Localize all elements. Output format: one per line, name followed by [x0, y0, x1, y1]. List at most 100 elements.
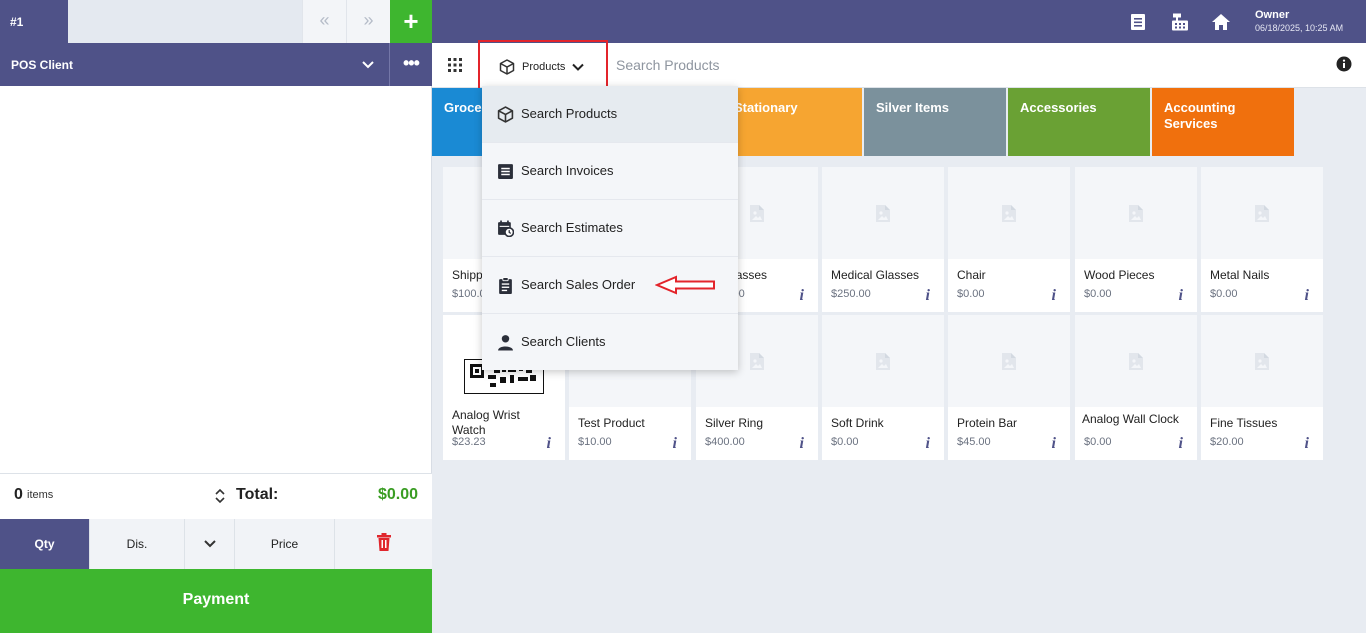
- search-input[interactable]: [616, 54, 1316, 76]
- cash-register-icon[interactable]: [1170, 12, 1190, 32]
- menu-item-label: Search Products: [521, 106, 618, 121]
- product-info-icon[interactable]: i: [1305, 287, 1309, 305]
- product-name: Fine Tissues: [1210, 416, 1278, 430]
- menu-item-label: Search Invoices: [521, 163, 614, 178]
- home-icon[interactable]: [1211, 12, 1231, 32]
- product-price: $20.00: [1210, 436, 1244, 448]
- product-price: $10.00: [578, 436, 612, 448]
- menu-item-search-estimates[interactable]: Search Estimates: [482, 200, 738, 257]
- product-image: [948, 315, 1070, 407]
- order-tab-1[interactable]: #1: [0, 0, 68, 43]
- more-icon: •••: [403, 53, 420, 73]
- next-tab-button[interactable]: »: [346, 0, 390, 43]
- product-info-icon[interactable]: i: [1052, 435, 1056, 453]
- product-name: Analog Wall Clock: [1082, 412, 1179, 426]
- search-type-dropdown[interactable]: Products: [478, 40, 608, 90]
- info-icon[interactable]: [1336, 56, 1352, 72]
- menu-item-label: Search Sales Order: [521, 277, 636, 292]
- product-card[interactable]: Medical Glasses $250.00 i: [822, 167, 944, 312]
- discount-button[interactable]: Dis.: [90, 519, 185, 569]
- product-card[interactable]: Soft Drink $0.00 i: [822, 315, 944, 460]
- image-placeholder-icon: [875, 352, 891, 371]
- user-name: Owner: [1255, 9, 1290, 21]
- product-image: [822, 167, 944, 259]
- product-info-icon[interactable]: i: [926, 435, 930, 453]
- category-accessories[interactable]: Accessories: [1008, 88, 1150, 156]
- menu-item-label: Search Estimates: [521, 220, 623, 235]
- product-info-icon[interactable]: i: [1052, 287, 1056, 305]
- cart-totals: 0 items Total: $0.00: [0, 473, 432, 519]
- product-card[interactable]: Fine Tissues $20.00 i: [1201, 315, 1323, 460]
- menu-item-search-invoices[interactable]: Search Invoices: [482, 143, 738, 200]
- product-card[interactable]: Analog Wall Clock $0.00 i: [1075, 315, 1197, 460]
- user-info[interactable]: Owner 06/18/2025, 10:25 AM: [1255, 9, 1343, 33]
- image-placeholder-icon: [1128, 352, 1144, 371]
- product-price: $0.00: [957, 288, 985, 300]
- sort-icon[interactable]: [214, 487, 226, 505]
- product-name: Metal Nails: [1210, 268, 1270, 282]
- chevron-down-icon[interactable]: [360, 56, 376, 72]
- grid-icon[interactable]: [448, 58, 462, 72]
- product-image: [1201, 315, 1323, 407]
- product-price: $0.00: [1084, 436, 1112, 448]
- price-button[interactable]: Price: [235, 519, 335, 569]
- product-name: Test Product: [578, 416, 645, 430]
- qty-button[interactable]: Qty: [0, 519, 90, 569]
- search-bar: Products: [432, 40, 1366, 90]
- product-info-icon[interactable]: i: [1179, 287, 1183, 305]
- image-placeholder-icon: [1254, 352, 1270, 371]
- menu-item-search-clients[interactable]: Search Clients: [482, 314, 738, 371]
- product-info-icon[interactable]: i: [1305, 435, 1309, 453]
- product-name: Analog Wrist Watch: [452, 408, 520, 437]
- cart-actions: Qty Dis. Price: [0, 519, 432, 569]
- product-price: $100.0: [452, 288, 486, 300]
- product-price: $23.23: [452, 436, 486, 448]
- category-silver-items[interactable]: Silver Items: [864, 88, 1006, 156]
- product-price: $400.00: [705, 436, 745, 448]
- product-info-icon[interactable]: i: [673, 435, 677, 453]
- search-type-label: Products: [522, 61, 566, 73]
- product-name: Silver Ring: [705, 416, 764, 430]
- product-price: $0.00: [1084, 288, 1112, 300]
- product-card[interactable]: Metal Nails $0.00 i: [1201, 167, 1323, 312]
- image-placeholder-icon: [749, 352, 765, 371]
- image-placeholder-icon: [1254, 204, 1270, 223]
- product-card[interactable]: Protein Bar $45.00 i: [948, 315, 1070, 460]
- image-placeholder-icon: [1001, 204, 1017, 223]
- product-price: $250.00: [831, 288, 871, 300]
- image-placeholder-icon: [749, 204, 765, 223]
- product-info-icon[interactable]: i: [1179, 435, 1183, 453]
- clipboard-icon: [499, 277, 512, 294]
- chevron-down-icon: [203, 540, 216, 548]
- items-count: 0: [14, 486, 23, 503]
- client-more-button[interactable]: •••: [389, 43, 432, 86]
- product-name: Chair: [957, 268, 986, 282]
- cart-panel: #1 « » + POS Client ••• 0 items Total: $…: [0, 0, 432, 633]
- calendar-clock-icon: [498, 220, 514, 237]
- discount-dropdown-button[interactable]: [185, 519, 235, 569]
- product-info-icon[interactable]: i: [926, 287, 930, 305]
- box-icon: [499, 59, 515, 75]
- items-label: items: [27, 489, 54, 501]
- product-price: $0.00: [831, 436, 859, 448]
- product-image: [1075, 167, 1197, 259]
- image-placeholder-icon: [875, 204, 891, 223]
- prev-tab-button[interactable]: «: [302, 0, 346, 43]
- receipt-icon[interactable]: [1128, 12, 1148, 32]
- menu-item-label: Search Clients: [521, 334, 606, 349]
- add-order-button[interactable]: +: [390, 0, 432, 43]
- category-stationary[interactable]: Stationary: [718, 88, 862, 156]
- product-card[interactable]: Wood Pieces $0.00 i: [1075, 167, 1197, 312]
- chevron-down-icon: [572, 63, 584, 71]
- product-info-icon[interactable]: i: [547, 435, 551, 453]
- total-label: Total:: [236, 486, 279, 503]
- delete-button[interactable]: [335, 519, 432, 569]
- payment-button[interactable]: Payment: [0, 569, 432, 633]
- product-info-icon[interactable]: i: [800, 287, 804, 305]
- client-selector[interactable]: POS Client •••: [0, 43, 432, 86]
- category-accounting-services[interactable]: Accounting Services: [1152, 88, 1294, 156]
- product-info-icon[interactable]: i: [800, 435, 804, 453]
- total-value: $0.00: [377, 486, 418, 503]
- product-card[interactable]: Chair $0.00 i: [948, 167, 1070, 312]
- menu-item-search-products[interactable]: Search Products: [482, 86, 738, 143]
